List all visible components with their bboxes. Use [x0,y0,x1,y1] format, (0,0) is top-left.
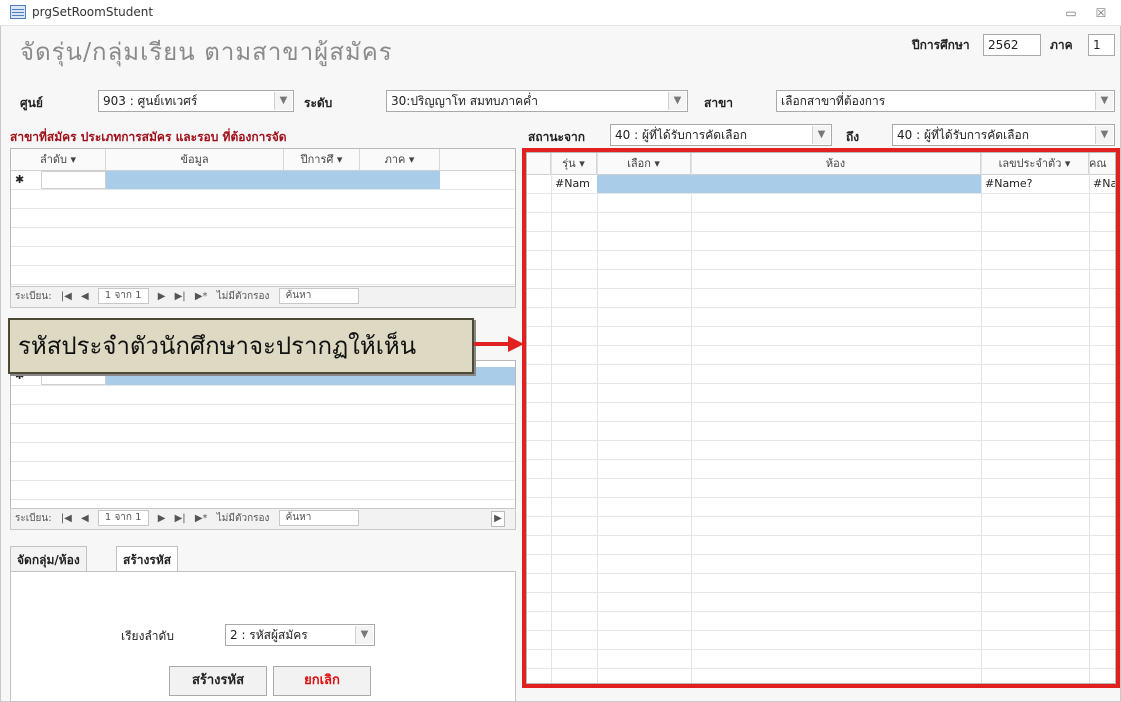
new-record-icon: ✱ [15,173,25,186]
status-to-label: ถึง [846,130,860,144]
chevron-down-icon[interactable]: ▼ [1095,92,1113,110]
grid-new-row[interactable]: ✱ [11,171,515,190]
status-to-dropdown[interactable]: 40 : ผู้ที่ได้รับการคัดเลือก ▼ [892,124,1115,146]
last-record-icon[interactable]: ▶| [175,509,186,529]
center-value: 903 : ศูนย์เทเวศร์ [103,94,198,108]
center-dropdown[interactable]: 903 : ศูนย์เทเวศร์ ▼ [98,90,294,112]
record-label: ระเบียน: [15,291,52,302]
first-record-icon[interactable]: |◀ [61,287,72,307]
col-info[interactable]: ข้อมูล [106,149,284,171]
first-record-icon[interactable]: |◀ [61,509,72,529]
record-position[interactable]: 1 จาก 1 [97,288,149,304]
selected-cells[interactable] [106,171,440,189]
col-year[interactable]: ปีการศึ ▾ [284,149,360,171]
grid-row [11,405,515,424]
status-from-label: สถานะจาก [528,130,586,144]
chevron-down-icon[interactable]: ▼ [274,92,292,110]
create-code-button[interactable]: สร้างรหัส [169,666,267,696]
level-value: 30:ปริญญาโท สมทบภาคค่ำ [391,94,538,108]
window-title: prgSetRoomStudent [32,5,154,19]
branch-value: เลือกสาขาที่ต้องการ [781,94,886,108]
center-label: ศูนย์ [20,96,43,110]
level-dropdown[interactable]: 30:ปริญญาโท สมทบภาคค่ำ ▼ [386,90,688,112]
prev-record-icon[interactable]: ◀ [81,287,89,307]
sort-value: 2 : รหัสผู้สมัคร [230,628,308,642]
form-heading: จัดรุ่น/กลุ่มเรียน ตามสาขาผู้สมัคร [20,38,393,66]
academic-year-field[interactable]: 2562 [983,34,1041,56]
term-label: ภาค [1050,38,1073,52]
scroll-right-icon[interactable]: ▶ [491,511,505,527]
tab-group-room[interactable]: จัดกลุ่ม/ห้อง [10,546,87,572]
grid-row [11,209,515,228]
order-cell[interactable] [41,171,106,189]
record-navigator-2: ระเบียน: |◀ ◀ 1 จาก 1 ▶ ▶| ▶* ไม่มีตัวกร… [10,508,516,530]
highlight-frame [522,148,1120,688]
next-record-icon[interactable]: ▶ [158,287,166,307]
branch-label: สาขา [704,96,734,110]
col-term[interactable]: ภาค ▾ [360,149,440,171]
next-record-icon[interactable]: ▶ [158,509,166,529]
chevron-down-icon[interactable]: ▼ [668,92,686,110]
title-bar: prgSetRoomStudent ▭ ☒ [0,0,1121,26]
restore-icon[interactable]: ▭ [1064,6,1078,20]
status-from-value: 40 : ผู้ที่ได้รับการคัดเลือก [615,128,747,142]
sort-label: เรียงลำดับ [121,629,174,643]
grid-row [11,462,515,481]
grid-row [11,481,515,500]
grid-row [11,443,515,462]
grid-row [11,228,515,247]
status-to-value: 40 : ผู้ที่ได้รับการคัดเลือก [897,128,1029,142]
grid-row [11,190,515,209]
sort-dropdown[interactable]: 2 : รหัสผู้สมัคร ▼ [225,624,375,646]
new-record-nav-icon[interactable]: ▶* [195,287,208,307]
status-from-dropdown[interactable]: 40 : ผู้ที่ได้รับการคัดเลือก ▼ [610,124,832,146]
grid-row [11,386,515,405]
academic-year-label: ปีการศึกษา [912,38,970,52]
prev-record-icon[interactable]: ◀ [81,509,89,529]
term-field[interactable]: 1 [1088,34,1115,56]
form-icon [10,5,26,19]
left-section-title: สาขาที่สมัคร ประเภทการสมัคร และรอบ ที่ต้… [10,130,287,144]
red-arrow-icon [474,336,524,352]
search-box[interactable]: ค้นหา [278,510,359,526]
grid-row [11,266,515,285]
search-box[interactable]: ค้นหา [278,288,359,304]
col-order[interactable]: ลำดับ ▾ [11,149,106,171]
grid-row [11,247,515,266]
tab-pane: เรียงลำดับ 2 : รหัสผู้สมัคร ▼ สร้างรหัส … [10,571,516,702]
last-record-icon[interactable]: ▶| [175,287,186,307]
close-icon[interactable]: ☒ [1094,6,1108,20]
chevron-down-icon[interactable]: ▼ [1095,126,1113,144]
filter-status[interactable]: ไม่มีตัวกรอง [217,287,270,307]
callout-note: รหัสประจำตัวนักศึกษาจะปรากฏให้เห็น [8,318,474,374]
chevron-down-icon[interactable]: ▼ [355,626,373,644]
grid-row [11,424,515,443]
student-grid: จำ ✱ [10,360,516,510]
tab-create-code[interactable]: สร้างรหัส [116,546,179,572]
record-position[interactable]: 1 จาก 1 [97,510,149,526]
grid-header: ลำดับ ▾ ข้อมูล ปีการศึ ▾ ภาค ▾ [11,149,515,171]
chevron-down-icon[interactable]: ▼ [812,126,830,144]
record-navigator: ระเบียน: |◀ ◀ 1 จาก 1 ▶ ▶| ▶* ไม่มีตัวกร… [10,286,516,308]
level-label: ระดับ [304,96,333,110]
application-grid: ลำดับ ▾ ข้อมูล ปีการศึ ▾ ภาค ▾ ✱ [10,148,516,288]
record-label: ระเบียน: [15,513,52,524]
cancel-button[interactable]: ยกเลิก [273,666,371,696]
filter-status[interactable]: ไม่มีตัวกรอง [217,509,270,529]
branch-dropdown[interactable]: เลือกสาขาที่ต้องการ ▼ [776,90,1115,112]
new-record-nav-icon[interactable]: ▶* [195,509,208,529]
